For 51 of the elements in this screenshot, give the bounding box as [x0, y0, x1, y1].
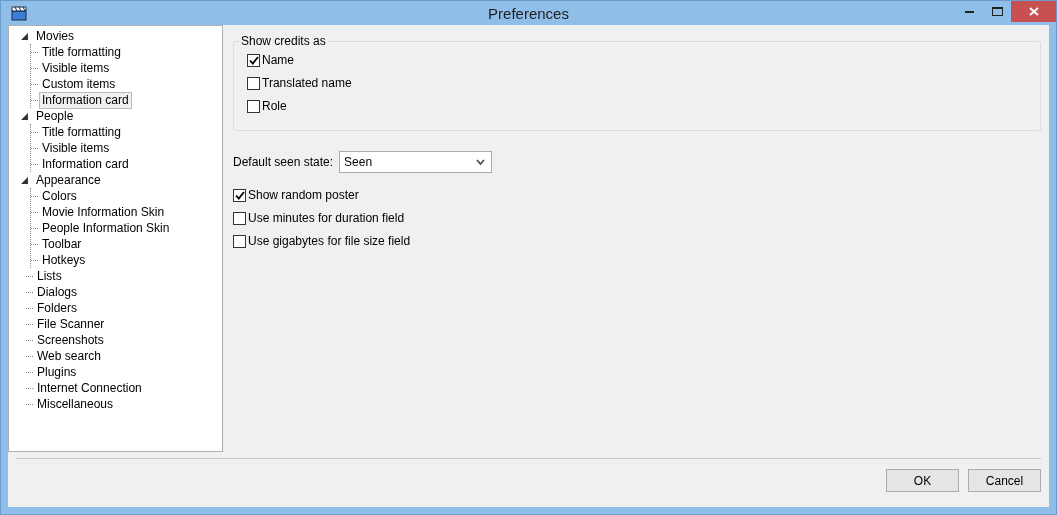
tree-item[interactable]: Appearance	[33, 171, 104, 189]
tree-item[interactable]: Miscellaneous	[34, 395, 117, 413]
tree-item[interactable]: Information card	[39, 155, 132, 173]
collapse-icon[interactable]	[21, 112, 28, 120]
checkbox-label: Translated name	[262, 76, 352, 90]
checkbox[interactable]	[233, 188, 246, 202]
checkbox[interactable]	[233, 211, 246, 225]
tree-item[interactable]: Folders	[34, 299, 80, 317]
window-title: Preferences	[488, 4, 569, 22]
collapse-icon[interactable]	[21, 176, 28, 184]
tree-item[interactable]: Screenshots	[34, 331, 107, 349]
collapse-icon[interactable]	[21, 32, 28, 40]
tree-item[interactable]: Dialogs	[34, 283, 81, 301]
checkbox-label: Role	[262, 99, 287, 113]
group-title: Show credits as	[240, 34, 327, 48]
tree-item[interactable]: Movie Information Skin	[39, 203, 168, 221]
tree-item[interactable]: Title formatting	[39, 43, 124, 61]
ok-button[interactable]: OK	[886, 469, 959, 492]
tree-item[interactable]: Visible items	[39, 139, 113, 157]
checkbox-label: Use minutes for duration field	[248, 211, 405, 225]
seen-state-dropdown[interactable]: Seen	[339, 151, 493, 173]
tree-item[interactable]: Movies	[33, 27, 77, 45]
tree-item[interactable]: Toolbar	[39, 235, 85, 253]
checkbox-label: Use gigabytes for file size field	[248, 234, 411, 248]
tree-item[interactable]: Internet Connection	[34, 379, 145, 397]
checkbox-label: Name	[262, 53, 294, 67]
tree-item[interactable]: Visible items	[39, 59, 113, 77]
checkbox[interactable]	[247, 53, 260, 67]
tree-item[interactable]: People Information Skin	[39, 219, 173, 237]
chevron-down-icon	[476, 159, 486, 165]
tree-item[interactable]: Information card	[39, 91, 132, 109]
checkbox-label: Show random poster	[248, 188, 359, 202]
tree-item[interactable]: Web search	[34, 347, 104, 365]
tree-item[interactable]: Hotkeys	[39, 251, 89, 269]
tree-item[interactable]: Custom items	[39, 75, 119, 93]
checkbox[interactable]	[233, 234, 246, 248]
tree-item[interactable]: Colors	[39, 187, 80, 205]
tree-item[interactable]: Lists	[34, 267, 65, 285]
cancel-button[interactable]: Cancel	[968, 469, 1041, 492]
clapperboard-icon	[11, 5, 27, 21]
checkbox[interactable]	[247, 76, 260, 90]
tree-item[interactable]: People	[33, 107, 77, 125]
tree-item[interactable]: Plugins	[34, 363, 80, 381]
tree-item[interactable]: File Scanner	[34, 315, 108, 333]
close-button[interactable]	[1011, 1, 1056, 22]
checkbox[interactable]	[247, 99, 260, 113]
minimize-icon	[964, 10, 974, 13]
close-icon	[1028, 7, 1039, 16]
maximize-icon	[991, 7, 1003, 16]
tree-item[interactable]: Title formatting	[39, 123, 124, 141]
field-label: Default seen state:	[233, 155, 334, 169]
